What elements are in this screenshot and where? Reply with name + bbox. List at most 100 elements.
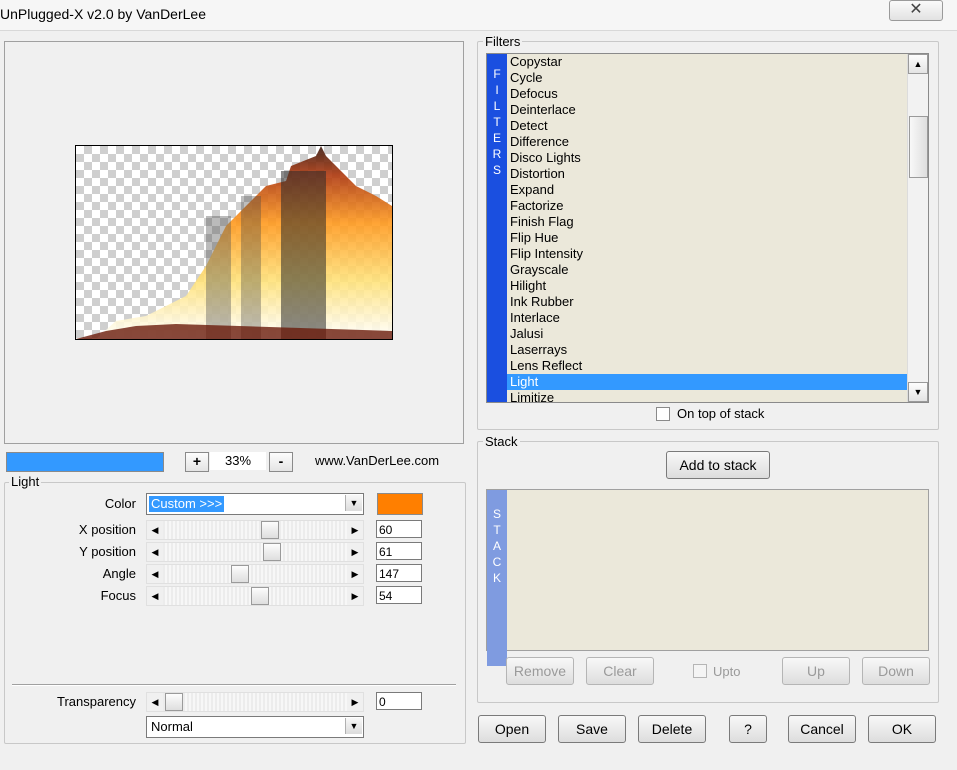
color-select[interactable]: Custom >>> ▼ bbox=[146, 493, 364, 515]
list-item[interactable]: Grayscale bbox=[507, 262, 907, 278]
preview-panel bbox=[4, 41, 464, 444]
list-item[interactable]: Laserrays bbox=[507, 342, 907, 358]
strip-letter: L bbox=[493, 99, 501, 113]
arrow-right-icon[interactable]: ▶ bbox=[347, 543, 363, 561]
list-item[interactable]: Detect bbox=[507, 118, 907, 134]
y-position-slider[interactable]: ◀ ▶ bbox=[146, 542, 364, 562]
progress-bar bbox=[6, 452, 164, 472]
clear-button[interactable]: Clear bbox=[586, 657, 654, 685]
list-item-selected[interactable]: Light bbox=[507, 374, 907, 390]
filters-strip: F I L T E R S bbox=[487, 54, 507, 402]
y-position-thumb[interactable] bbox=[263, 543, 281, 561]
list-item[interactable]: Factorize bbox=[507, 198, 907, 214]
remove-button[interactable]: Remove bbox=[506, 657, 574, 685]
list-item[interactable]: Interlace bbox=[507, 310, 907, 326]
list-item[interactable]: Copystar bbox=[507, 54, 907, 70]
chevron-down-icon[interactable]: ▼ bbox=[345, 718, 362, 734]
scroll-thumb[interactable] bbox=[909, 116, 928, 178]
focus-thumb[interactable] bbox=[251, 587, 269, 605]
angle-input[interactable]: 147 bbox=[376, 564, 422, 582]
list-item[interactable]: Defocus bbox=[507, 86, 907, 102]
arrow-right-icon[interactable]: ▶ bbox=[347, 587, 363, 605]
list-item[interactable]: Ink Rubber bbox=[507, 294, 907, 310]
arrow-right-icon[interactable]: ▶ bbox=[347, 521, 363, 539]
angle-thumb[interactable] bbox=[231, 565, 249, 583]
strip-letter: K bbox=[492, 571, 501, 585]
arrow-left-icon[interactable]: ◀ bbox=[147, 521, 163, 539]
window-title: UnPlugged-X v2.0 by VanDerLee bbox=[0, 6, 206, 22]
color-label: Color bbox=[104, 496, 136, 511]
strip-letter: F bbox=[493, 67, 501, 81]
strip-letter: E bbox=[492, 131, 501, 145]
focus-input[interactable]: 54 bbox=[376, 586, 422, 604]
stack-list[interactable]: S T A C K bbox=[486, 489, 929, 666]
website-link[interactable]: www.VanDerLee.com bbox=[315, 453, 439, 468]
strip-letter: S bbox=[492, 507, 501, 521]
list-item[interactable]: Disco Lights bbox=[507, 150, 907, 166]
x-position-slider[interactable]: ◀ ▶ bbox=[146, 520, 364, 540]
open-button[interactable]: Open bbox=[478, 715, 546, 743]
filter-list[interactable]: F I L T E R S Copystar Cycle Defocus Dei… bbox=[486, 53, 929, 403]
x-position-thumb[interactable] bbox=[261, 521, 279, 539]
list-item[interactable]: Cycle bbox=[507, 70, 907, 86]
blend-mode-select[interactable]: Normal ▼ bbox=[146, 716, 364, 738]
close-button[interactable]: ✕ bbox=[889, 0, 943, 21]
color-select-value: Custom >>> bbox=[149, 496, 225, 512]
scroll-down-icon[interactable]: ▼ bbox=[908, 382, 928, 402]
ok-button[interactable]: OK bbox=[868, 715, 936, 743]
strip-letter: R bbox=[492, 147, 502, 161]
strip-letter: S bbox=[492, 163, 501, 177]
strip-letter: I bbox=[495, 83, 499, 97]
list-item[interactable]: Lens Reflect bbox=[507, 358, 907, 374]
arrow-left-icon[interactable]: ◀ bbox=[147, 693, 163, 711]
zoom-value: 33% bbox=[210, 452, 266, 470]
on-top-checkbox[interactable] bbox=[656, 407, 670, 421]
list-item[interactable]: Limitize bbox=[507, 390, 907, 402]
add-to-stack-button[interactable]: Add to stack bbox=[666, 451, 770, 479]
save-button[interactable]: Save bbox=[558, 715, 626, 743]
y-position-label: Y position bbox=[79, 544, 136, 559]
x-position-label: X position bbox=[78, 522, 136, 537]
strip-letter: C bbox=[492, 555, 502, 569]
list-item[interactable]: Flip Intensity bbox=[507, 246, 907, 262]
arrow-right-icon[interactable]: ▶ bbox=[347, 565, 363, 583]
x-position-input[interactable]: 60 bbox=[376, 520, 422, 538]
list-item[interactable]: Jalusi bbox=[507, 326, 907, 342]
filter-scrollbar[interactable]: ▲ ▼ bbox=[907, 54, 928, 402]
arrow-left-icon[interactable]: ◀ bbox=[147, 587, 163, 605]
color-swatch[interactable] bbox=[377, 493, 423, 515]
list-item[interactable]: Expand bbox=[507, 182, 907, 198]
up-button[interactable]: Up bbox=[782, 657, 850, 685]
arrow-left-icon[interactable]: ◀ bbox=[147, 565, 163, 583]
focus-label: Focus bbox=[100, 588, 136, 603]
zoom-in-button[interactable]: + bbox=[185, 452, 209, 472]
transparency-slider[interactable]: ◀ ▶ bbox=[146, 692, 364, 712]
list-item[interactable]: Flip Hue bbox=[507, 230, 907, 246]
transparency-label: Transparency bbox=[57, 694, 136, 709]
transparency-input[interactable]: 0 bbox=[376, 692, 422, 710]
preview-image bbox=[75, 145, 393, 340]
cancel-button[interactable]: Cancel bbox=[788, 715, 856, 743]
delete-button[interactable]: Delete bbox=[638, 715, 706, 743]
focus-slider[interactable]: ◀ ▶ bbox=[146, 586, 364, 606]
help-button[interactable]: ? bbox=[729, 715, 767, 743]
arrow-left-icon[interactable]: ◀ bbox=[147, 543, 163, 561]
list-item[interactable]: Distortion bbox=[507, 166, 907, 182]
zoom-out-button[interactable]: - bbox=[269, 452, 293, 472]
upto-checkbox[interactable] bbox=[693, 664, 707, 678]
filters-group-label: Filters bbox=[483, 34, 523, 49]
down-button[interactable]: Down bbox=[862, 657, 930, 685]
filter-items: Copystar Cycle Defocus Deinterlace Detec… bbox=[507, 54, 907, 402]
divider bbox=[12, 684, 456, 686]
list-item[interactable]: Finish Flag bbox=[507, 214, 907, 230]
scroll-up-icon[interactable]: ▲ bbox=[908, 54, 928, 74]
strip-letter: T bbox=[493, 523, 501, 537]
list-item[interactable]: Deinterlace bbox=[507, 102, 907, 118]
chevron-down-icon[interactable]: ▼ bbox=[345, 495, 362, 511]
list-item[interactable]: Difference bbox=[507, 134, 907, 150]
transparency-thumb[interactable] bbox=[165, 693, 183, 711]
list-item[interactable]: Hilight bbox=[507, 278, 907, 294]
arrow-right-icon[interactable]: ▶ bbox=[347, 693, 363, 711]
y-position-input[interactable]: 61 bbox=[376, 542, 422, 560]
angle-slider[interactable]: ◀ ▶ bbox=[146, 564, 364, 584]
